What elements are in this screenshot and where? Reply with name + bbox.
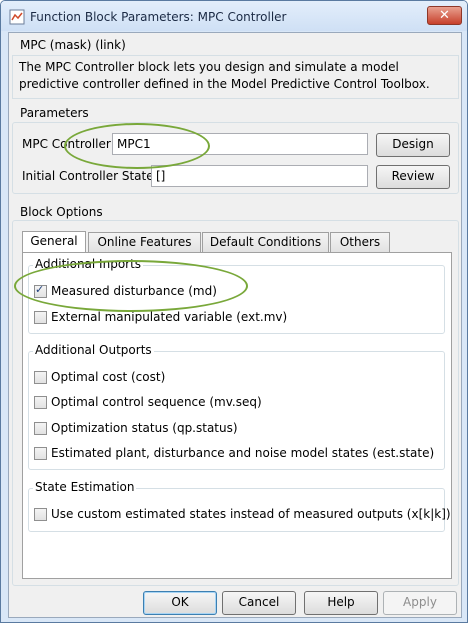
tab-general[interactable]: General — [22, 231, 86, 253]
close-icon: ✕ — [439, 8, 450, 23]
parameters-group-title: Parameters — [20, 106, 89, 120]
cancel-button[interactable]: Cancel — [222, 591, 296, 615]
custom-estimated-states-label[interactable]: Use custom estimated states instead of m… — [51, 507, 451, 521]
initial-state-label: Initial Controller State — [22, 169, 154, 183]
tab-default-conditions[interactable]: Default Conditions — [202, 232, 329, 253]
estimated-states-label[interactable]: Estimated plant, disturbance and noise m… — [51, 446, 434, 460]
review-button[interactable]: Review — [376, 165, 450, 189]
highlight-ellipse — [14, 260, 248, 312]
state-estimation-title: State Estimation — [33, 480, 137, 494]
help-button[interactable]: Help — [304, 591, 378, 615]
optimal-control-sequence-checkbox[interactable] — [34, 396, 47, 409]
external-mv-label[interactable]: External manipulated variable (ext.mv) — [51, 310, 287, 324]
block-description: The MPC Controller block lets you design… — [19, 60, 430, 91]
apply-button[interactable]: Apply — [383, 591, 457, 615]
optimization-status-checkbox[interactable] — [34, 422, 47, 435]
initial-state-input[interactable]: [] — [151, 165, 368, 187]
title-bar[interactable]: Function Block Parameters: MPC Controlle… — [1, 1, 467, 31]
highlight-ellipse — [64, 123, 210, 169]
external-mv-checkbox[interactable] — [34, 311, 47, 324]
optimal-cost-checkbox[interactable] — [34, 371, 47, 384]
block-options-group-title: Block Options — [20, 205, 103, 219]
tab-online-features[interactable]: Online Features — [88, 232, 201, 253]
custom-estimated-states-checkbox[interactable] — [34, 508, 47, 521]
description-box: The MPC Controller block lets you design… — [12, 55, 459, 99]
design-button[interactable]: Design — [376, 133, 450, 157]
ok-button[interactable]: OK — [143, 591, 217, 615]
window-title: Function Block Parameters: MPC Controlle… — [30, 10, 287, 24]
dialog-body: MPC (mask) (link) The MPC Controller blo… — [8, 32, 462, 618]
optimization-status-label[interactable]: Optimization status (qp.status) — [51, 421, 238, 435]
optimal-control-sequence-label[interactable]: Optimal control sequence (mv.seq) — [51, 395, 262, 409]
mask-title: MPC (mask) (link) — [20, 38, 126, 52]
simulink-block-icon — [9, 9, 25, 25]
estimated-states-checkbox[interactable] — [34, 447, 47, 460]
additional-outports-title: Additional Outports — [33, 343, 154, 357]
close-button[interactable]: ✕ — [427, 6, 462, 25]
tab-others[interactable]: Others — [330, 232, 390, 253]
dialog-window: Function Block Parameters: MPC Controlle… — [0, 0, 468, 623]
optimal-cost-label[interactable]: Optimal cost (cost) — [51, 370, 165, 384]
